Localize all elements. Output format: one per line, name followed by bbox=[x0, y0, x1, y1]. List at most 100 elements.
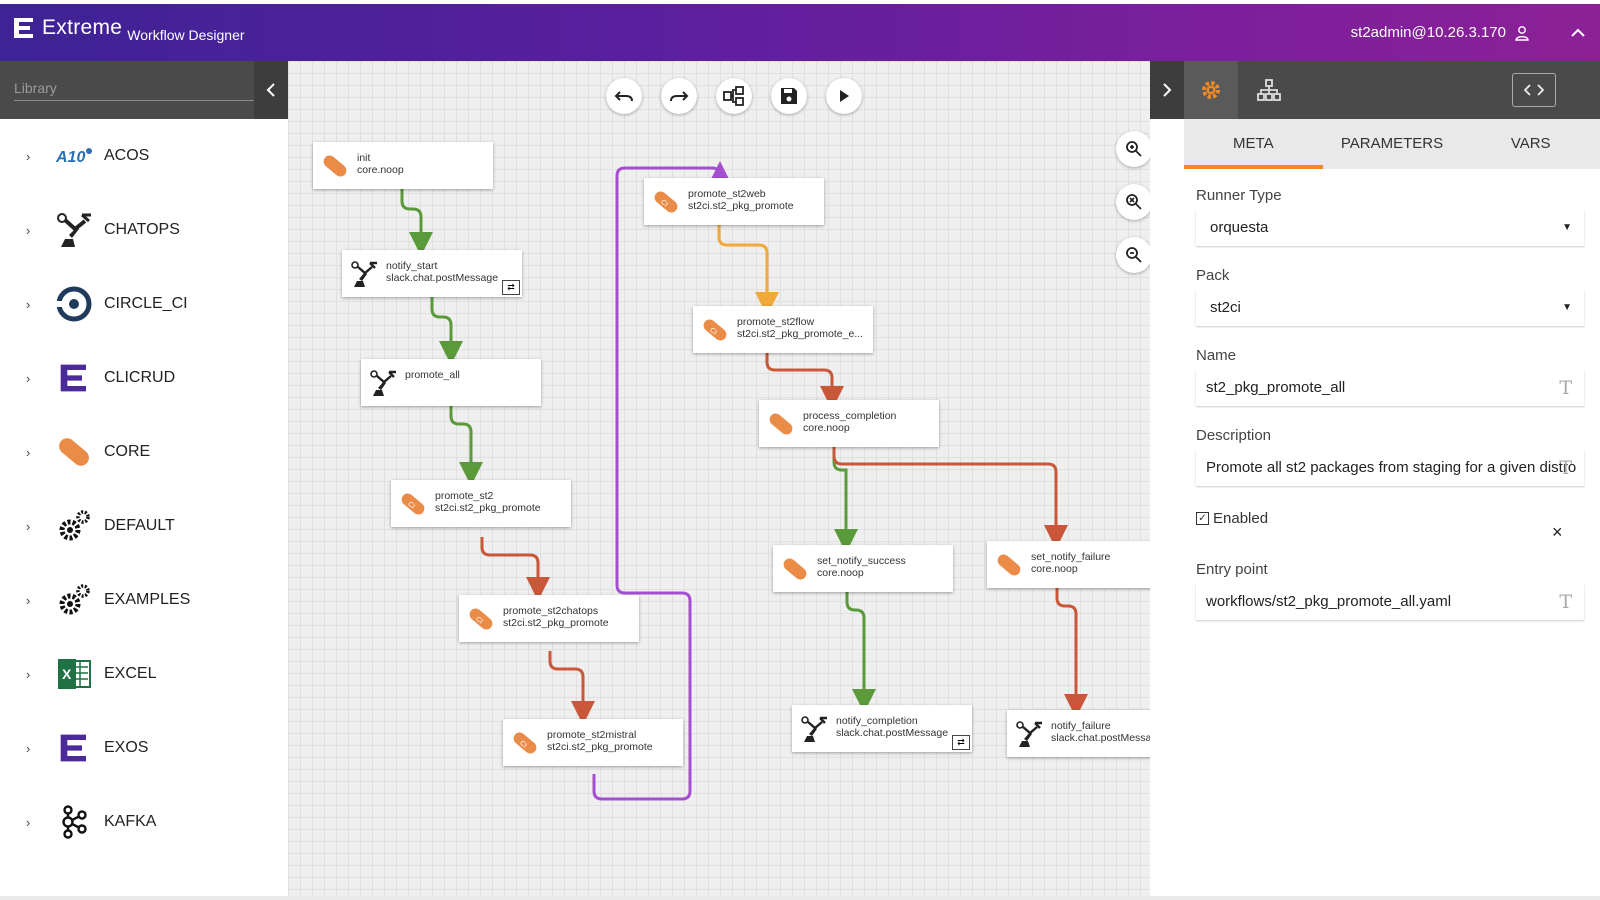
task-name: notify_start bbox=[386, 260, 438, 272]
chevron-right-icon[interactable]: › bbox=[26, 297, 30, 312]
save-button[interactable] bbox=[771, 78, 807, 114]
description-textarea[interactable]: Promote all st2 packages from staging fo… bbox=[1196, 450, 1584, 486]
runner-type-label: Runner Type bbox=[1196, 187, 1282, 204]
zoom-in-icon bbox=[1126, 141, 1142, 157]
runner-type-value: orquesta bbox=[1210, 219, 1269, 236]
task-node-notify-start[interactable]: notify_start slack.chat.postMessage ⇄ bbox=[342, 250, 522, 297]
tab-vars[interactable]: VARS bbox=[1461, 119, 1600, 169]
pack-list: › A10 ACOS › CHATOPS › CIRCLE_CI › CLICR… bbox=[0, 119, 288, 859]
workflow-canvas[interactable]: init core.noop notify_start slack.chat.p… bbox=[288, 61, 1187, 900]
clear-enabled-button[interactable]: × bbox=[1552, 522, 1563, 543]
chevron-right-icon[interactable]: › bbox=[26, 223, 30, 238]
zoom-reset-button[interactable] bbox=[1116, 184, 1152, 220]
robot-arm-icon bbox=[54, 210, 94, 250]
name-label: Name bbox=[1196, 347, 1237, 364]
task-node-set-notify-success[interactable]: set_notify_success core.noop bbox=[773, 545, 953, 592]
tab-meta[interactable]: META bbox=[1184, 119, 1323, 169]
chevron-right-icon[interactable]: › bbox=[26, 667, 30, 682]
enabled-checkbox[interactable]: ✓ Enabled bbox=[1196, 510, 1268, 527]
extreme-logo-icon bbox=[54, 358, 94, 398]
task-action-ref: st2ci.st2_pkg_promote_e... bbox=[737, 328, 864, 340]
tab-parameters[interactable]: PARAMETERS bbox=[1323, 119, 1462, 169]
pack-item-circle-ci[interactable]: › CIRCLE_CI bbox=[0, 267, 288, 341]
chevron-right-icon[interactable]: › bbox=[26, 371, 30, 386]
edge-mistral-loop-web bbox=[592, 161, 732, 801]
task-node-promote-st2flow[interactable]: CI promote_st2flow st2ci.st2_pkg_promote… bbox=[693, 306, 873, 353]
pack-item-default[interactable]: › DEFAULT bbox=[0, 489, 288, 563]
task-node-promote-st2[interactable]: CI promote_st2 st2ci.st2_pkg_promote bbox=[391, 480, 571, 527]
chevron-right-icon[interactable]: › bbox=[26, 741, 30, 756]
core-pill-icon bbox=[769, 413, 793, 435]
task-node-process-completion[interactable]: process_completion core.noop bbox=[759, 400, 939, 447]
chevron-right-icon[interactable]: › bbox=[26, 445, 30, 460]
entry-point-label: Entry point bbox=[1196, 561, 1268, 578]
pack-label: DEFAULT bbox=[104, 517, 175, 534]
svg-text:X: X bbox=[62, 666, 72, 682]
task-node-init[interactable]: init core.noop bbox=[313, 142, 493, 189]
text-type-icon: T bbox=[1559, 591, 1572, 613]
chevron-right-icon[interactable]: › bbox=[26, 593, 30, 608]
task-node-promote-st2chatops[interactable]: CI promote_st2chatops st2ci.st2_pkg_prom… bbox=[459, 595, 639, 642]
gears-icon bbox=[54, 506, 94, 546]
pack-item-acos[interactable]: › A10 ACOS bbox=[0, 119, 288, 193]
chevron-right-icon[interactable]: › bbox=[26, 149, 30, 164]
core-pill-icon bbox=[997, 554, 1021, 576]
robot-arm-icon bbox=[801, 716, 827, 742]
chevron-right-icon[interactable]: › bbox=[26, 519, 30, 534]
app-window: Extreme Workflow Designer st2admin@10.26… bbox=[0, 0, 1600, 900]
collapse-library-button[interactable] bbox=[254, 61, 288, 119]
task-name: process_completion bbox=[803, 410, 897, 422]
pack-item-clicrud[interactable]: › CLICRUD bbox=[0, 341, 288, 415]
task-node-set-notify-failure[interactable]: set_notify_failure core.noop bbox=[987, 541, 1167, 588]
task-action-ref: core.noop bbox=[1031, 563, 1078, 575]
ci-pill-icon: CI bbox=[513, 732, 537, 754]
pack-item-excel[interactable]: › X EXCEL bbox=[0, 637, 288, 711]
edge-promote-all-promote-st2 bbox=[449, 406, 483, 486]
runner-type-select[interactable]: orquesta ▼ bbox=[1196, 210, 1584, 246]
task-action-ref: core.noop bbox=[817, 567, 864, 579]
edge-web-flow bbox=[717, 225, 779, 316]
task-action-ref: slack.chat.postMessage bbox=[1051, 732, 1164, 744]
run-button[interactable] bbox=[826, 78, 862, 114]
task-node-notify-completion[interactable]: notify_completion slack.chat.postMessage… bbox=[792, 705, 972, 752]
redo-button[interactable] bbox=[661, 78, 697, 114]
name-input[interactable]: st2_pkg_promote_all T bbox=[1196, 370, 1584, 406]
task-name: promote_st2 bbox=[435, 490, 494, 502]
task-name: init bbox=[357, 152, 371, 164]
auto-layout-button[interactable] bbox=[716, 78, 752, 114]
task-name: set_notify_success bbox=[817, 555, 906, 567]
settings-tab-button[interactable] bbox=[1184, 61, 1238, 119]
details-header bbox=[1150, 61, 1600, 119]
undo-button[interactable] bbox=[606, 78, 642, 114]
svg-text:A10: A10 bbox=[55, 149, 85, 166]
collapse-details-button[interactable] bbox=[1150, 61, 1184, 119]
zoom-in-button[interactable] bbox=[1116, 131, 1152, 167]
task-node-promote-all[interactable]: promote_all bbox=[361, 359, 541, 406]
edge-success-notify-completion bbox=[845, 592, 876, 713]
pack-item-examples[interactable]: › EXAMPLES bbox=[0, 563, 288, 637]
user-menu[interactable]: st2admin@10.26.3.170 bbox=[1351, 24, 1530, 41]
pack-item-exos[interactable]: › EXOS bbox=[0, 711, 288, 785]
library-search-input[interactable] bbox=[14, 75, 276, 101]
robot-arm-icon bbox=[370, 370, 396, 396]
entry-point-input[interactable]: workflows/st2_pkg_promote_all.yaml T bbox=[1196, 584, 1584, 620]
caret-down-icon: ▼ bbox=[1562, 302, 1572, 313]
pack-item-chatops[interactable]: › CHATOPS bbox=[0, 193, 288, 267]
edge-promote-st2-chatops bbox=[480, 537, 550, 601]
task-node-promote-st2web[interactable]: CI promote_st2web st2ci.st2_pkg_promote bbox=[644, 178, 824, 225]
collapse-header-button[interactable] bbox=[1556, 4, 1600, 61]
gear-icon bbox=[1202, 81, 1220, 99]
zoom-out-button[interactable] bbox=[1116, 237, 1152, 273]
code-view-button[interactable] bbox=[1512, 73, 1556, 107]
pack-item-core[interactable]: › CORE bbox=[0, 415, 288, 489]
user-icon bbox=[1515, 25, 1529, 41]
tree-view-button[interactable] bbox=[1242, 61, 1296, 119]
undo-icon bbox=[614, 91, 633, 102]
task-name: promote_st2flow bbox=[737, 316, 815, 328]
pack-item-kafka[interactable]: › KAFKA bbox=[0, 785, 288, 859]
library-header bbox=[0, 61, 288, 119]
pack-select[interactable]: st2ci ▼ bbox=[1196, 290, 1584, 326]
brand-name: Extreme bbox=[42, 16, 123, 39]
task-node-promote-st2mistral[interactable]: CI promote_st2mistral st2ci.st2_pkg_prom… bbox=[503, 719, 683, 766]
chevron-right-icon[interactable]: › bbox=[26, 815, 30, 830]
